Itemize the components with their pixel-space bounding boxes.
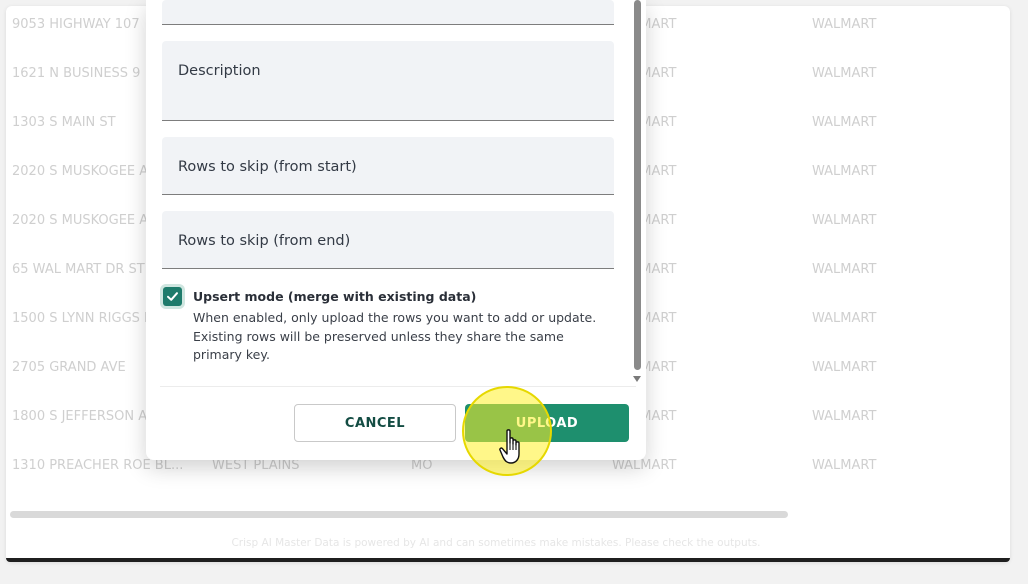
- city-cell: WEST PLAINS: [212, 458, 300, 473]
- retailer-cell: WALMART: [812, 262, 877, 277]
- horizontal-scrollbar[interactable]: [10, 511, 788, 518]
- retailer-cell: WALMART: [812, 311, 877, 326]
- state-cell: MO: [411, 458, 433, 473]
- rows-skip-start-label: Rows to skip (from start): [178, 159, 357, 175]
- address-cell: 1310 PREACHER ROE BL...: [12, 458, 184, 473]
- upsert-checkbox[interactable]: [163, 287, 182, 306]
- retailer-cell: WALMART: [812, 360, 877, 375]
- hand-pointer-icon: [499, 429, 520, 464]
- address-cell: 1800 S JEFFERSON AVE: [12, 409, 164, 424]
- dialog-divider: [160, 386, 636, 387]
- cancel-button[interactable]: CANCEL: [294, 404, 456, 442]
- retailer-cell: WALMART: [812, 115, 877, 130]
- dialog-scroll-thumb[interactable]: [634, 0, 641, 370]
- description-field[interactable]: Description: [162, 41, 614, 121]
- retailer-cell: WALMART: [812, 66, 877, 81]
- upsert-description: When enabled, only upload the rows you w…: [193, 310, 597, 362]
- previous-field[interactable]: [162, 0, 614, 25]
- retailer-cell: WALMART: [812, 213, 877, 228]
- address-cell: 9053 HIGHWAY 107: [12, 17, 140, 32]
- address-cell: 2705 GRAND AVE: [12, 360, 126, 375]
- address-cell: 65 WAL MART DR ST: [12, 262, 145, 277]
- upload-dialog: Description Rows to skip (from start) Ro…: [146, 0, 646, 460]
- retailer-cell: WALMART: [812, 17, 877, 32]
- rows-skip-start-field[interactable]: Rows to skip (from start): [162, 137, 614, 195]
- upsert-title: Upsert mode (merge with existing data): [193, 289, 477, 304]
- description-label: Description: [178, 63, 261, 79]
- check-icon: [167, 292, 178, 301]
- retailer-cell: WALMART: [812, 409, 877, 424]
- retailer-cell: WALMART: [812, 164, 877, 179]
- address-cell: 2020 S MUSKOGEE AVE: [12, 213, 165, 228]
- address-cell: 1303 S MAIN ST: [12, 115, 116, 130]
- ai-disclaimer: Crisp AI Master Data is powered by AI an…: [231, 537, 761, 549]
- retailer-cell: WALMART: [612, 458, 677, 473]
- scroll-down-arrow-icon[interactable]: [633, 376, 641, 382]
- rows-skip-end-field[interactable]: Rows to skip (from end): [162, 211, 614, 269]
- retailer-cell: WALMART: [812, 458, 877, 473]
- bottom-edge: [6, 558, 1010, 562]
- rows-skip-end-label: Rows to skip (from end): [178, 233, 351, 249]
- address-cell: 2020 S MUSKOGEE AVE: [12, 164, 165, 179]
- address-cell: 1621 N BUSINESS 9: [12, 66, 141, 81]
